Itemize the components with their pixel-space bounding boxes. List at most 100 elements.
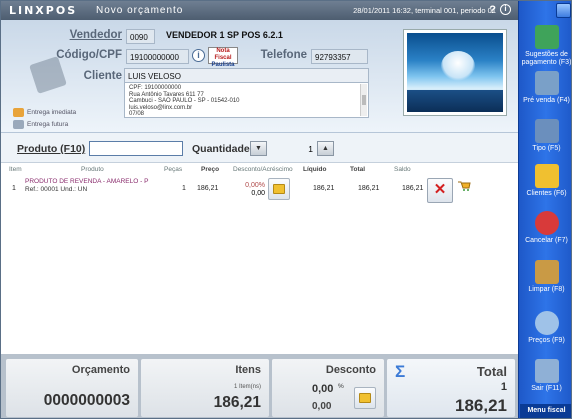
session-status: 28/01/2011 16:32, terminal 001, periodo … — [353, 6, 496, 15]
folder-icon — [534, 164, 559, 188]
items-count: 1 Item(ns) — [233, 384, 261, 390]
col-total: Total — [350, 166, 366, 173]
client-address-box: CPF: 19100000000 Rua Antônio Tavares 611… — [124, 82, 369, 118]
address-line: luis.veloso@linx.com.br — [129, 104, 193, 111]
sidebar-item-exit[interactable]: Sair (F11) — [519, 359, 571, 393]
sidebar-item-type[interactable]: Tipo (F5) — [519, 119, 571, 153]
exit-icon — [534, 359, 559, 383]
row-total: 186,21 — [358, 185, 380, 192]
total-label: Total — [476, 364, 507, 379]
row-balance: 186,21 — [402, 185, 424, 192]
row-discount-percent: 0,00% — [245, 182, 265, 189]
sidebar-item-label: Limpar (F8) — [528, 286, 565, 293]
address-line: 07/08 — [129, 111, 145, 118]
sidebar-item-label: Preços (F9) — [528, 337, 565, 344]
row-delete-button[interactable]: ✕ — [427, 178, 453, 203]
table-row[interactable]: 1 PRODUTO DE REVENDA - AMARELO - P Ref.:… — [1, 175, 518, 205]
total-panel: Σ Total 1 186,21 — [387, 359, 515, 417]
presale-icon — [534, 71, 559, 95]
sidebar-item-presale[interactable]: Pré venda (F4) — [519, 71, 571, 105]
window-title: Novo orçamento — [96, 5, 184, 16]
info-icon[interactable]: i — [192, 49, 205, 62]
row-discount-value: 0,00 — [251, 190, 265, 197]
address-line: Cambuci - SAO PAULO - SP - 01542-010 — [129, 98, 240, 105]
col-net: Líquido — [303, 166, 327, 173]
address-line: Rua Antônio Tavares 611 77 — [129, 91, 204, 98]
client-name-field[interactable]: LUIS VELOSO — [124, 68, 369, 83]
delivery-future-label: Entrega futura — [27, 121, 69, 129]
sidebar-item-label: Tipo (F5) — [532, 145, 561, 152]
sidebar-item-label: pagamento (F3) — [521, 59, 572, 66]
pos-window: LINXPOS Novo orçamento 28/01/2011 16:32,… — [0, 0, 572, 419]
sidebar-item-payment-suggestions[interactable]: Sugestões de pagamento (F3) — [519, 25, 572, 67]
cpf-field[interactable]: 19100000000 — [126, 49, 189, 64]
row-net: 186,21 — [313, 185, 335, 192]
items-panel: Itens 1 Item(ns) 186,21 — [141, 359, 269, 417]
sidebar-item-clients[interactable]: Clientes (F6) — [519, 164, 571, 198]
discount-tag-icon — [273, 184, 285, 194]
col-balance: Saldo — [394, 166, 411, 173]
totals-footer: Orçamento 0000000003 Itens 1 Item(ns) 18… — [1, 354, 518, 418]
customer-panel: Vendedor 0090 VENDEDOR 1 SP POS 6.2.1 Có… — [1, 20, 518, 133]
seller-name: VENDEDOR 1 SP POS 6.2.1 — [166, 30, 283, 40]
row-product: PRODUTO DE REVENDA - AMARELO - P Ref.: 0… — [25, 178, 148, 194]
col-price: Preço — [201, 166, 220, 173]
row-product-name: PRODUTO DE REVENDA - AMARELO - P — [25, 178, 149, 185]
cart-icon[interactable] — [457, 179, 471, 191]
delivery-immediate-option[interactable]: Entrega imediata — [13, 108, 76, 117]
seller-code-field[interactable]: 0090 — [126, 29, 155, 44]
col-product: Produto — [81, 166, 104, 173]
help-icon[interactable]: ? — [489, 4, 496, 16]
sidebar-item-clear[interactable]: Limpar (F8) — [519, 260, 571, 294]
quantity-field[interactable]: 1 — [268, 141, 316, 156]
photo-ground — [407, 90, 503, 112]
quantity-increase-button[interactable]: ▲ — [317, 141, 334, 156]
sidebar-item-label: Sair (F11) — [531, 385, 562, 392]
sidebar-toggle-button[interactable] — [556, 3, 571, 18]
items-table: Item Produto Peças Preço Desconto/Acrésc… — [1, 162, 518, 354]
items-label: Itens — [235, 364, 261, 376]
sidebar-item-label: Sugestões de — [525, 51, 568, 58]
truck-icon — [13, 108, 24, 117]
row-discount: 0,00% 0,00 — [223, 182, 265, 198]
discount-tag-icon — [359, 393, 371, 403]
total-value: 186,21 — [455, 396, 507, 415]
nota-fiscal-label: Nota Fiscal — [214, 48, 232, 61]
truck-future-icon — [13, 120, 24, 129]
product-input[interactable] — [89, 141, 183, 156]
phone-field[interactable]: 92793357 — [311, 49, 368, 64]
sidebar-item-prices[interactable]: Preços (F9) — [519, 311, 571, 345]
row-discount-button[interactable] — [268, 178, 290, 200]
broom-icon — [534, 260, 559, 284]
row-item: 1 — [12, 185, 16, 192]
budget-number: 0000000003 — [43, 392, 130, 409]
user-decor-icon — [29, 56, 67, 94]
app-logo: LINXPOS — [9, 4, 78, 17]
function-sidebar: Sugestões de pagamento (F3) Pré venda (F… — [518, 1, 572, 418]
photo-tree — [441, 51, 475, 81]
quantity-decrease-button[interactable]: ▼ — [250, 141, 267, 156]
customer-photo — [404, 30, 506, 115]
discount-value: 0,00 — [312, 401, 332, 412]
sidebar-item-label: Cancelar (F7) — [525, 237, 568, 244]
magnifier-icon — [534, 311, 559, 335]
info-icon[interactable]: i — [500, 4, 511, 15]
discount-percent-symbol: % — [338, 383, 344, 390]
product-label: Produto (F10) — [17, 143, 86, 155]
nota-fiscal-paulista-badge[interactable]: Nota Fiscal Paulista — [208, 47, 238, 68]
col-discount: Desconto/Acréscimo — [233, 166, 293, 173]
address-scrollbar[interactable] — [360, 84, 367, 116]
budget-label: Orçamento — [71, 364, 130, 376]
discount-label: Desconto — [325, 364, 376, 376]
discount-panel: Desconto 0,00 % 0,00 — [272, 359, 384, 417]
sidebar-item-cancel[interactable]: Cancelar (F7) — [519, 211, 571, 245]
product-entry-bar: Produto (F10) Quantidade ▼ 1 ▲ — [1, 134, 518, 162]
row-price: 186,21 — [197, 185, 219, 192]
sigma-icon: Σ — [395, 362, 406, 381]
delivery-future-option[interactable]: Entrega futura — [13, 120, 68, 129]
type-icon — [534, 119, 559, 143]
money-icon — [534, 25, 559, 49]
fiscal-menu-button[interactable]: Menu fiscal — [520, 404, 571, 418]
seller-label: Vendedor — [69, 29, 122, 41]
global-discount-button[interactable] — [354, 387, 376, 409]
